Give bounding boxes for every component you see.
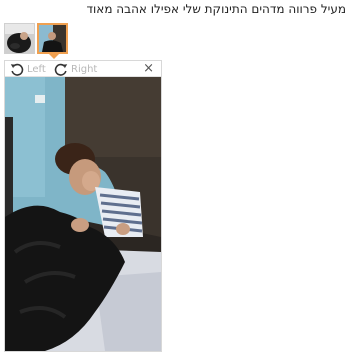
rotate-right-label: Right <box>71 63 98 75</box>
rotate-left-button[interactable]: Left <box>9 61 46 77</box>
selected-thumbnail-indicator <box>49 54 59 59</box>
thumbnail-1[interactable] <box>4 23 35 54</box>
review-text: מעיל פרווה מדהים התינוקת שלי אפילו אהבה … <box>86 2 346 16</box>
rotate-right-button[interactable]: Right <box>53 61 97 77</box>
rotate-left-icon <box>10 63 24 76</box>
thumbnail-2-selected[interactable] <box>37 23 68 54</box>
review-photo <box>5 77 161 351</box>
thumbnail-1-image <box>5 24 34 53</box>
rotate-right-icon <box>54 63 68 76</box>
thumbnail-2-image <box>39 25 66 52</box>
viewer-toolbar: Left Right × <box>5 61 161 77</box>
close-button[interactable]: × <box>143 62 154 75</box>
image-viewer: Left Right × <box>4 60 162 352</box>
baby-in-fur-coat-image <box>5 77 161 351</box>
rotate-left-label: Left <box>27 63 46 75</box>
